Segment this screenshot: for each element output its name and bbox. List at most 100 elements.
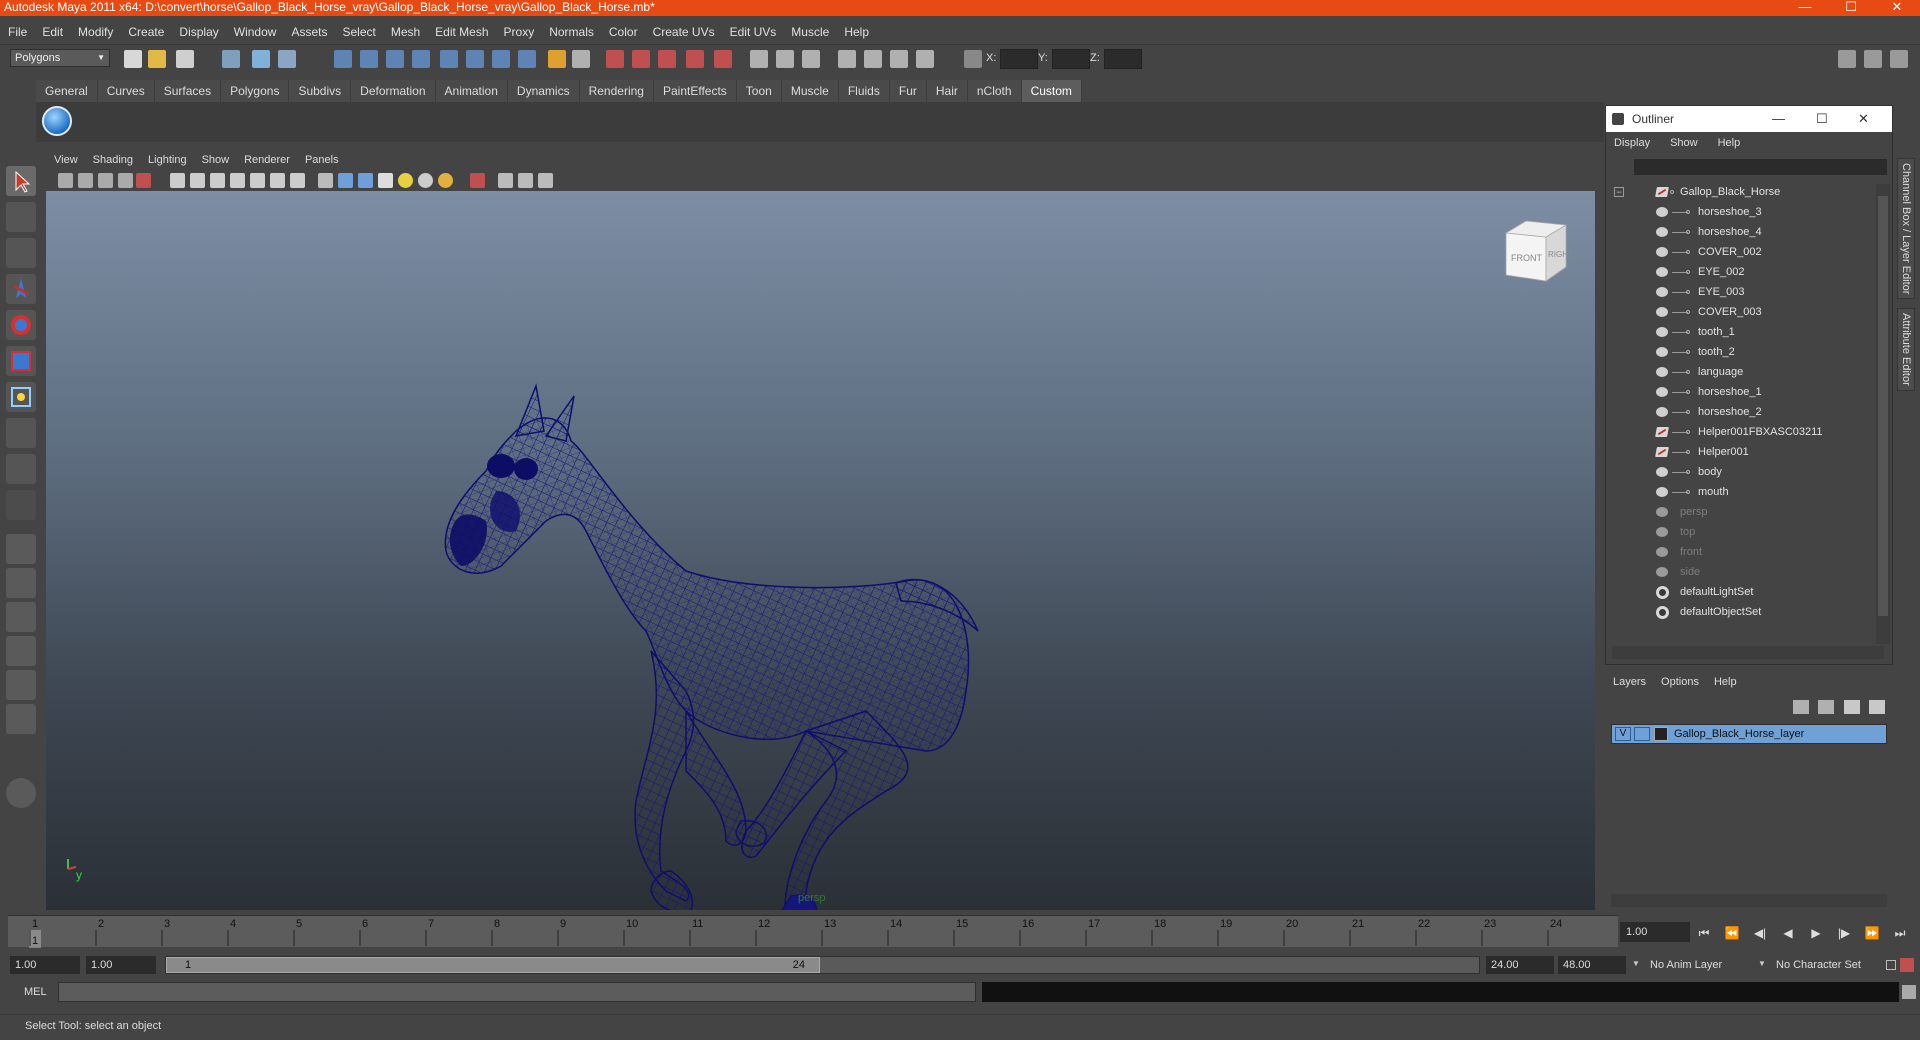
shadows-icon[interactable] xyxy=(438,173,453,188)
layer-help-menu[interactable]: Help xyxy=(1714,676,1737,688)
new-layer-selected-icon[interactable] xyxy=(1868,700,1885,714)
xray-icon[interactable] xyxy=(498,173,513,188)
outliner-item[interactable]: side xyxy=(1606,562,1874,582)
menu-normals[interactable]: Normals xyxy=(549,25,594,39)
layer-horizontal-scrollbar[interactable] xyxy=(1611,894,1887,907)
outliner-item[interactable]: body xyxy=(1606,462,1874,482)
outliner-item[interactable]: tooth_2 xyxy=(1606,342,1874,362)
scroll-thumb[interactable] xyxy=(1878,196,1888,616)
render-icon[interactable] xyxy=(572,50,590,68)
select-tool-icon[interactable] xyxy=(6,166,36,196)
minimize-button[interactable]: — xyxy=(1782,0,1828,16)
render-region-icon[interactable] xyxy=(864,50,882,68)
shelf-tab-toon[interactable]: Toon xyxy=(736,80,782,102)
shelf-tab-custom[interactable]: Custom xyxy=(1021,80,1082,102)
maximize-button[interactable]: ☐ xyxy=(1828,0,1874,16)
menu-edit-mesh[interactable]: Edit Mesh xyxy=(435,25,488,39)
open-scene-icon[interactable] xyxy=(148,50,166,68)
lighting-all-icon[interactable] xyxy=(418,173,433,188)
menu-set-dropdown[interactable]: Polygons ▼ xyxy=(10,49,110,67)
camera-attributes-icon[interactable] xyxy=(78,173,93,188)
move-layer-down-icon[interactable] xyxy=(1818,700,1835,714)
bookmarks-icon[interactable] xyxy=(98,173,113,188)
x-field[interactable] xyxy=(1000,49,1038,69)
character-set-dropdown[interactable]: No Character Set xyxy=(1772,956,1888,974)
construction-history-icon[interactable] xyxy=(548,50,566,68)
animation-start-field[interactable]: 1.00 xyxy=(10,956,80,974)
shelf-tab-rendering[interactable]: Rendering xyxy=(579,80,654,102)
toggle-channel-box-icon[interactable] xyxy=(1890,50,1908,68)
scale-tool-icon[interactable] xyxy=(6,346,36,376)
shelf-tab-muscle[interactable]: Muscle xyxy=(781,80,839,102)
menu-assets[interactable]: Assets xyxy=(291,25,327,39)
outliner-display-menu[interactable]: Display xyxy=(1614,137,1650,149)
refresh-icon[interactable] xyxy=(714,50,732,68)
hypershade-icon[interactable] xyxy=(686,50,704,68)
lasso-tool-icon[interactable] xyxy=(6,202,36,232)
render-view-icon[interactable] xyxy=(838,50,856,68)
checkmark-shelf-icon[interactable] xyxy=(42,106,72,136)
anim-layer-dropdown[interactable]: No Anim Layer xyxy=(1646,956,1756,974)
show-channel-box-icon[interactable] xyxy=(802,50,820,68)
menu-display[interactable]: Display xyxy=(179,25,218,39)
playback-end-field[interactable]: 24.00 xyxy=(1486,956,1554,974)
safe-action-icon[interactable] xyxy=(270,173,285,188)
xray-joints-icon[interactable] xyxy=(518,173,533,188)
grease-pencil-icon[interactable] xyxy=(136,173,151,188)
shelf-tab-hair[interactable]: Hair xyxy=(926,80,968,102)
outliner-maximize-button[interactable]: ☐ xyxy=(1816,106,1828,132)
show-manipulator-icon[interactable] xyxy=(6,454,36,484)
paint-select-icon[interactable] xyxy=(6,238,36,268)
layout-hypershade-persp-icon[interactable] xyxy=(6,670,36,700)
outliner-item[interactable]: defaultLightSet xyxy=(1606,582,1874,602)
rotate-tool-icon[interactable] xyxy=(6,310,36,340)
play-backwards-icon[interactable]: ◀ xyxy=(1780,925,1796,941)
go-to-end-icon[interactable]: ⏭ xyxy=(1892,925,1908,941)
snap-grid-icon[interactable] xyxy=(334,50,352,68)
soft-mod-icon[interactable] xyxy=(6,418,36,448)
shelf-tab-deformation[interactable]: Deformation xyxy=(351,80,436,102)
layout-graph-persp-icon[interactable] xyxy=(6,636,36,666)
layout-four-pane-icon[interactable] xyxy=(6,568,36,598)
menu-window[interactable]: Window xyxy=(234,25,277,39)
menu-muscle[interactable]: Muscle xyxy=(791,25,829,39)
toggle-attribute-editor-icon[interactable] xyxy=(1838,50,1856,68)
outliner-show-menu[interactable]: Show xyxy=(1670,137,1698,149)
history-icon[interactable] xyxy=(466,50,484,68)
wireframe-on-shaded-icon[interactable] xyxy=(358,173,373,188)
menu-mesh[interactable]: Mesh xyxy=(391,25,420,39)
snap-view-plane-icon[interactable] xyxy=(412,50,430,68)
horse-wireframe-model[interactable]: FRONT RIGHT y xyxy=(46,191,1595,910)
outliner-minimize-button[interactable]: — xyxy=(1772,106,1785,132)
perspective-viewport[interactable]: FRONT RIGHT y persp xyxy=(46,191,1595,910)
lighting-default-icon[interactable] xyxy=(398,173,413,188)
menu-proxy[interactable]: Proxy xyxy=(504,25,535,39)
shelf-tab-general[interactable]: General xyxy=(36,80,98,102)
step-forward-key-icon[interactable]: |▶ xyxy=(1836,925,1852,941)
shelf-tab-polygons[interactable]: Polygons xyxy=(221,80,290,102)
shelf-tab-surfaces[interactable]: Surfaces xyxy=(154,80,222,102)
menu-help[interactable]: Help xyxy=(844,25,869,39)
shelf-tab-fur[interactable]: Fur xyxy=(889,80,927,102)
renderer-menu[interactable]: Renderer xyxy=(244,154,290,166)
script-editor-icon[interactable] xyxy=(1902,985,1916,999)
menu-modify[interactable]: Modify xyxy=(78,25,113,39)
hud-icon[interactable] xyxy=(538,173,553,188)
layer-options-menu[interactable]: Options xyxy=(1661,676,1699,688)
menu-select[interactable]: Select xyxy=(342,25,375,39)
select-object-icon[interactable] xyxy=(252,50,270,68)
collapse-icon[interactable]: − xyxy=(1614,187,1624,197)
snap-curve-icon[interactable] xyxy=(360,50,378,68)
view-menu[interactable]: View xyxy=(54,154,78,166)
render-current-icon[interactable] xyxy=(606,50,624,68)
menu-edit-uvs[interactable]: Edit UVs xyxy=(730,25,777,39)
outliner-item[interactable]: EYE_002 xyxy=(1606,262,1874,282)
shelf-tab-animation[interactable]: Animation xyxy=(435,80,508,102)
outliner-item[interactable]: language xyxy=(1606,362,1874,382)
grid-toggle-icon[interactable] xyxy=(170,173,185,188)
layer-color-swatch[interactable] xyxy=(1654,727,1668,741)
new-layer-icon[interactable] xyxy=(1843,700,1860,714)
input-ops-icon[interactable] xyxy=(492,50,510,68)
view-cube[interactable]: FRONT RIGHT xyxy=(1504,220,1573,282)
select-component-icon[interactable] xyxy=(278,50,296,68)
